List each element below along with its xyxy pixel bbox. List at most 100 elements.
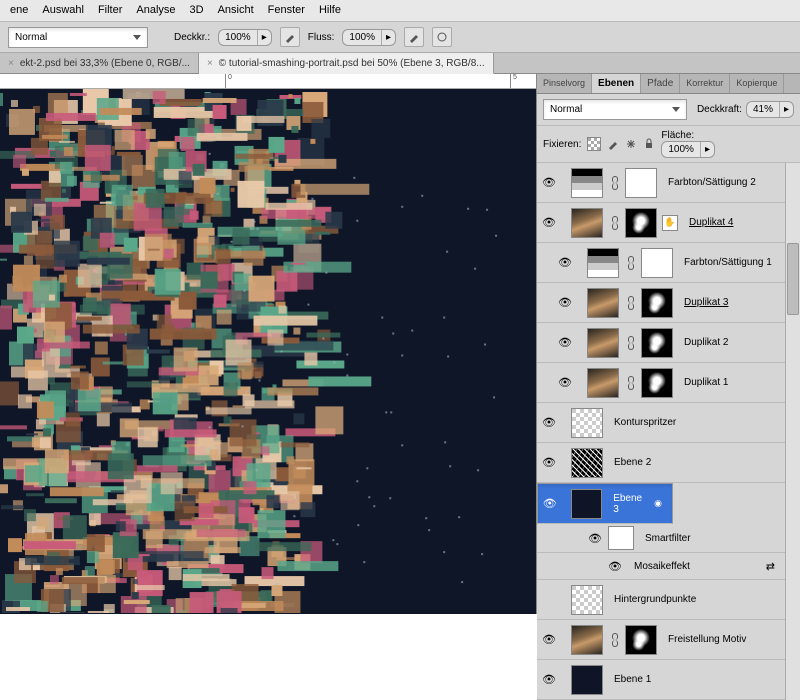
lock-position-icon[interactable]: [625, 138, 637, 150]
airbrush-icon[interactable]: [280, 27, 300, 47]
document-tab[interactable]: ×ekt-2.psd bei 33,3% (Ebene 0, RGB/...: [0, 53, 199, 73]
lock-all-icon[interactable]: [643, 138, 655, 150]
menu-item[interactable]: 3D: [190, 4, 204, 17]
layer-thumbnail[interactable]: [625, 208, 657, 238]
layer-thumbnail[interactable]: [571, 168, 603, 198]
layer-name[interactable]: Freistellung Motiv: [668, 634, 746, 645]
blend-mode-select[interactable]: Normal: [8, 27, 148, 48]
tab-close-icon[interactable]: ×: [207, 58, 213, 69]
layer-blend-select[interactable]: Normal: [543, 99, 687, 120]
layer-thumbnail[interactable]: [641, 368, 673, 398]
link-icon: [626, 374, 634, 392]
layer-row[interactable]: Ebene 3◉: [537, 483, 673, 524]
layer-name[interactable]: Ebene 2: [614, 457, 651, 468]
layer-blend-row: Normal Deckkraft: 41%▸: [537, 94, 800, 126]
visibility-eye-icon[interactable]: [557, 296, 573, 309]
menu-item[interactable]: Ansicht: [218, 4, 254, 17]
layer-thumbnail[interactable]: [587, 288, 619, 318]
menu-item[interactable]: Fenster: [268, 4, 305, 17]
layer-name[interactable]: Ebene 3: [613, 493, 649, 515]
layer-thumbnail[interactable]: [641, 248, 673, 278]
panel-tab[interactable]: Ebenen: [592, 74, 641, 93]
visibility-eye-icon[interactable]: [557, 336, 573, 349]
visibility-eye-icon[interactable]: [587, 532, 603, 545]
link-icon: [626, 294, 634, 312]
layer-thumbnail[interactable]: [587, 368, 619, 398]
lock-transparency-icon[interactable]: [587, 137, 601, 151]
menu-item[interactable]: ene: [10, 4, 28, 17]
layer-thumbnail[interactable]: [625, 625, 657, 655]
flow-input[interactable]: 100%▸: [342, 29, 396, 46]
visibility-eye-icon[interactable]: [541, 633, 557, 646]
layer-name[interactable]: Farbton/Sättigung 1: [684, 257, 772, 268]
visibility-eye-icon[interactable]: [542, 497, 557, 510]
layer-row[interactable]: Konturspritzer: [537, 403, 785, 443]
layer-name[interactable]: Ebene 1: [614, 674, 651, 685]
layer-row[interactable]: Duplikat 2: [537, 323, 785, 363]
layer-row[interactable]: Ebene 1: [537, 660, 785, 700]
menu-item[interactable]: Auswahl: [42, 4, 84, 17]
layer-thumbnail[interactable]: [641, 288, 673, 318]
layer-thumbnail[interactable]: [571, 625, 603, 655]
layer-thumbnail[interactable]: [571, 208, 603, 238]
layer-thumbnail[interactable]: [571, 665, 603, 695]
panel-tab[interactable]: Korrektur: [680, 74, 730, 93]
layer-thumbnail[interactable]: [625, 168, 657, 198]
filter-effect-row[interactable]: Mosaikeffekt⇄: [537, 553, 785, 580]
visibility-eye-icon[interactable]: [557, 376, 573, 389]
layers-scrollbar[interactable]: [785, 163, 800, 700]
panel-tab[interactable]: Pinselvorg: [537, 74, 592, 93]
document-tabs: ×ekt-2.psd bei 33,3% (Ebene 0, RGB/...×©…: [0, 53, 800, 74]
smartfilter-row[interactable]: Smartfilter: [537, 524, 785, 553]
panel-tab[interactable]: Pfade: [641, 74, 680, 93]
opacity-input[interactable]: 100%▸: [218, 29, 272, 46]
layer-row[interactable]: Farbton/Sättigung 2: [537, 163, 785, 203]
lock-pixels-icon[interactable]: [607, 138, 619, 150]
tab-close-icon[interactable]: ×: [8, 58, 14, 69]
visibility-eye-icon[interactable]: [541, 673, 557, 686]
layer-row[interactable]: Farbton/Sättigung 1: [537, 243, 785, 283]
visibility-eye-icon[interactable]: [541, 456, 557, 469]
link-icon: [610, 174, 618, 192]
smartfilter-label: Smartfilter: [645, 533, 691, 544]
layer-name[interactable]: Farbton/Sättigung 2: [668, 177, 756, 188]
layer-row[interactable]: Duplikat 1: [537, 363, 785, 403]
document-canvas[interactable]: [0, 89, 536, 614]
visibility-eye-icon[interactable]: [557, 256, 573, 269]
layer-row[interactable]: Freistellung Motiv: [537, 620, 785, 660]
menu-item[interactable]: Analyse: [136, 4, 175, 17]
visibility-eye-icon[interactable]: [541, 216, 557, 229]
visibility-eye-icon[interactable]: [541, 176, 557, 189]
layer-name[interactable]: Duplikat 3: [684, 297, 728, 308]
document-tab[interactable]: ×© tutorial-smashing-portrait.psd bei 50…: [199, 53, 494, 74]
menu-item[interactable]: Hilfe: [319, 4, 341, 17]
layer-name[interactable]: Duplikat 1: [684, 377, 728, 388]
panel-tab[interactable]: Kopierque: [730, 74, 784, 93]
layer-thumbnail[interactable]: [641, 328, 673, 358]
layer-row[interactable]: Hintergrundpunkte: [537, 580, 785, 620]
visibility-eye-icon[interactable]: [541, 416, 557, 429]
layer-thumbnail[interactable]: [571, 489, 602, 519]
visibility-eye-icon[interactable]: [607, 560, 623, 573]
layer-thumbnail[interactable]: [587, 248, 619, 278]
filter-mask-thumbnail[interactable]: [608, 526, 634, 550]
layer-name[interactable]: Konturspritzer: [614, 417, 676, 428]
layer-row[interactable]: Duplikat 4: [537, 203, 785, 243]
layer-thumbnail[interactable]: [571, 448, 603, 478]
layer-opacity-input[interactable]: 41%▸: [746, 101, 794, 118]
tablet-pressure-icon[interactable]: [432, 27, 452, 47]
filter-options-icon[interactable]: ⇄: [766, 560, 775, 573]
layer-row[interactable]: Ebene 2: [537, 443, 785, 483]
layer-thumbnail[interactable]: [587, 328, 619, 358]
airbrush2-icon[interactable]: [404, 27, 424, 47]
opacity-label: Deckkr.:: [174, 32, 210, 43]
layer-name[interactable]: Duplikat 4: [689, 217, 733, 228]
link-icon: [626, 334, 634, 352]
layer-name[interactable]: Duplikat 2: [684, 337, 728, 348]
menu-item[interactable]: Filter: [98, 4, 122, 17]
fill-input[interactable]: 100%▸: [661, 141, 715, 158]
layer-lock-row: Fixieren: Fläche: 100%▸: [537, 126, 800, 163]
link-icon: [626, 254, 634, 272]
layer-row[interactable]: Duplikat 3: [537, 283, 785, 323]
layer-thumbnail[interactable]: [571, 408, 603, 438]
